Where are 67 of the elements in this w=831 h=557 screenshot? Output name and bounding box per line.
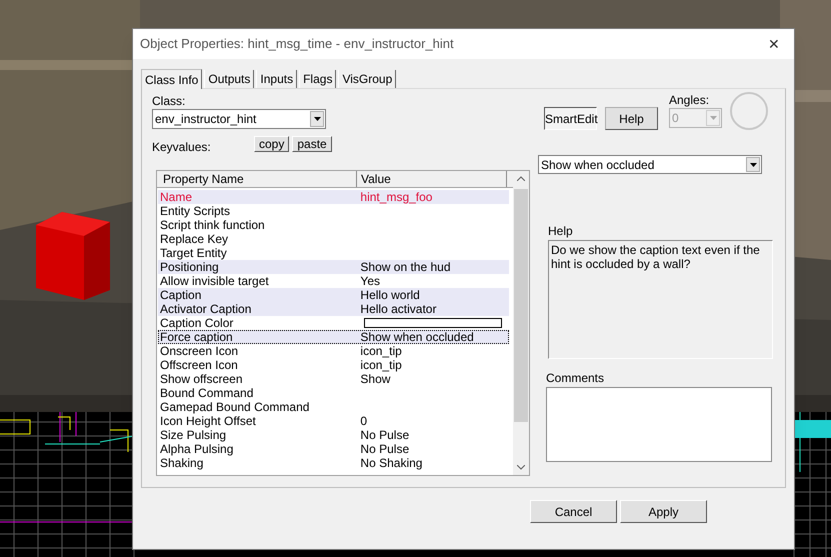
- property-value: hint_msg_foo: [360, 190, 432, 204]
- property-value: No Pulse: [360, 442, 410, 456]
- property-name: Script think function: [159, 219, 266, 231]
- property-name: Bound Command: [159, 387, 254, 399]
- property-row[interactable]: Activator Caption Hello activator: [158, 302, 509, 316]
- property-name: Target Entity: [159, 247, 228, 259]
- tab[interactable]: VisGroup: [338, 70, 396, 88]
- property-value: icon_tip: [360, 358, 402, 372]
- class-dropdown[interactable]: env_instructor_hint: [152, 109, 326, 129]
- property-name: Replace Key: [159, 233, 230, 245]
- tab[interactable]: Class Info: [141, 69, 202, 89]
- help-label: Help: [548, 224, 574, 238]
- close-button[interactable]: ✕: [764, 37, 784, 51]
- property-value: Hello world: [360, 288, 420, 302]
- keyvalues-label: Keyvalues:: [152, 140, 212, 154]
- property-name: Icon Height Offset: [159, 415, 257, 427]
- property-name: Onscreen Icon: [159, 345, 240, 357]
- window-title: Object Properties: hint_msg_time - env_instructor_hint: [140, 35, 454, 54]
- tab[interactable]: Flags: [299, 70, 336, 88]
- property-name: Entity Scripts: [159, 205, 232, 217]
- property-value: No Shaking: [360, 456, 422, 470]
- color-swatch[interactable]: [364, 318, 502, 328]
- column-header[interactable]: Value: [357, 171, 507, 187]
- property-row[interactable]: Positioning Show on the hud: [158, 260, 509, 274]
- property-value: 0: [360, 414, 368, 428]
- dialog-button[interactable]: Apply: [620, 500, 707, 523]
- property-row[interactable]: Force caption Show when occluded: [158, 330, 509, 344]
- property-name: Show offscreen: [159, 373, 244, 385]
- comments-field[interactable]: [546, 387, 772, 462]
- property-name: Shaking: [159, 457, 204, 469]
- dialog-button[interactable]: Cancel: [530, 500, 617, 523]
- tab[interactable]: Inputs: [256, 70, 298, 88]
- property-name: Positioning: [159, 261, 220, 273]
- class-label: Class:: [152, 93, 186, 109]
- property-name: Alpha Pulsing: [159, 443, 234, 455]
- angles-label: Angles:: [669, 93, 710, 107]
- value-dropdown[interactable]: Show when occluded: [538, 155, 762, 174]
- property-name: Caption Color: [159, 317, 234, 329]
- property-name: Size Pulsing: [159, 429, 228, 441]
- tab[interactable]: Outputs: [204, 70, 254, 88]
- keyvalue-button[interactable]: paste: [292, 136, 332, 152]
- column-header[interactable]: Property Name: [157, 171, 357, 187]
- property-value: Show when occluded: [360, 330, 474, 344]
- property-value: Show: [360, 372, 390, 386]
- property-value: Show on the hud: [360, 260, 450, 274]
- scrollbar-thumb[interactable]: [514, 189, 528, 422]
- help-text: Do we show the caption text even if the hint is occluded by a wall?: [551, 243, 761, 271]
- comments-label: Comments: [546, 371, 606, 385]
- property-name: Allow invisible target: [159, 275, 270, 287]
- help-button[interactable]: Help: [605, 107, 658, 130]
- property-row[interactable]: Name hint_msg_foo: [158, 190, 509, 204]
- property-name: Activator Caption: [159, 303, 252, 315]
- property-name: Force caption: [159, 331, 234, 343]
- property-row[interactable]: Caption Hello world: [158, 288, 509, 302]
- property-name: Gamepad Bound Command: [159, 401, 310, 413]
- smartedit-button[interactable]: SmartEdit: [544, 107, 597, 130]
- property-name: Caption: [159, 289, 202, 301]
- keyvalue-button[interactable]: copy: [254, 136, 290, 152]
- property-name: Name: [159, 191, 194, 203]
- property-value: Hello activator: [360, 302, 436, 316]
- property-value: Yes: [360, 274, 380, 288]
- scrollbar[interactable]: [513, 171, 529, 475]
- property-name: Offscreen Icon: [159, 359, 239, 371]
- scroll-down-icon[interactable]: [517, 465, 525, 470]
- scroll-up-icon[interactable]: [517, 176, 525, 181]
- property-value: No Pulse: [360, 428, 410, 442]
- property-value: icon_tip: [360, 344, 402, 358]
